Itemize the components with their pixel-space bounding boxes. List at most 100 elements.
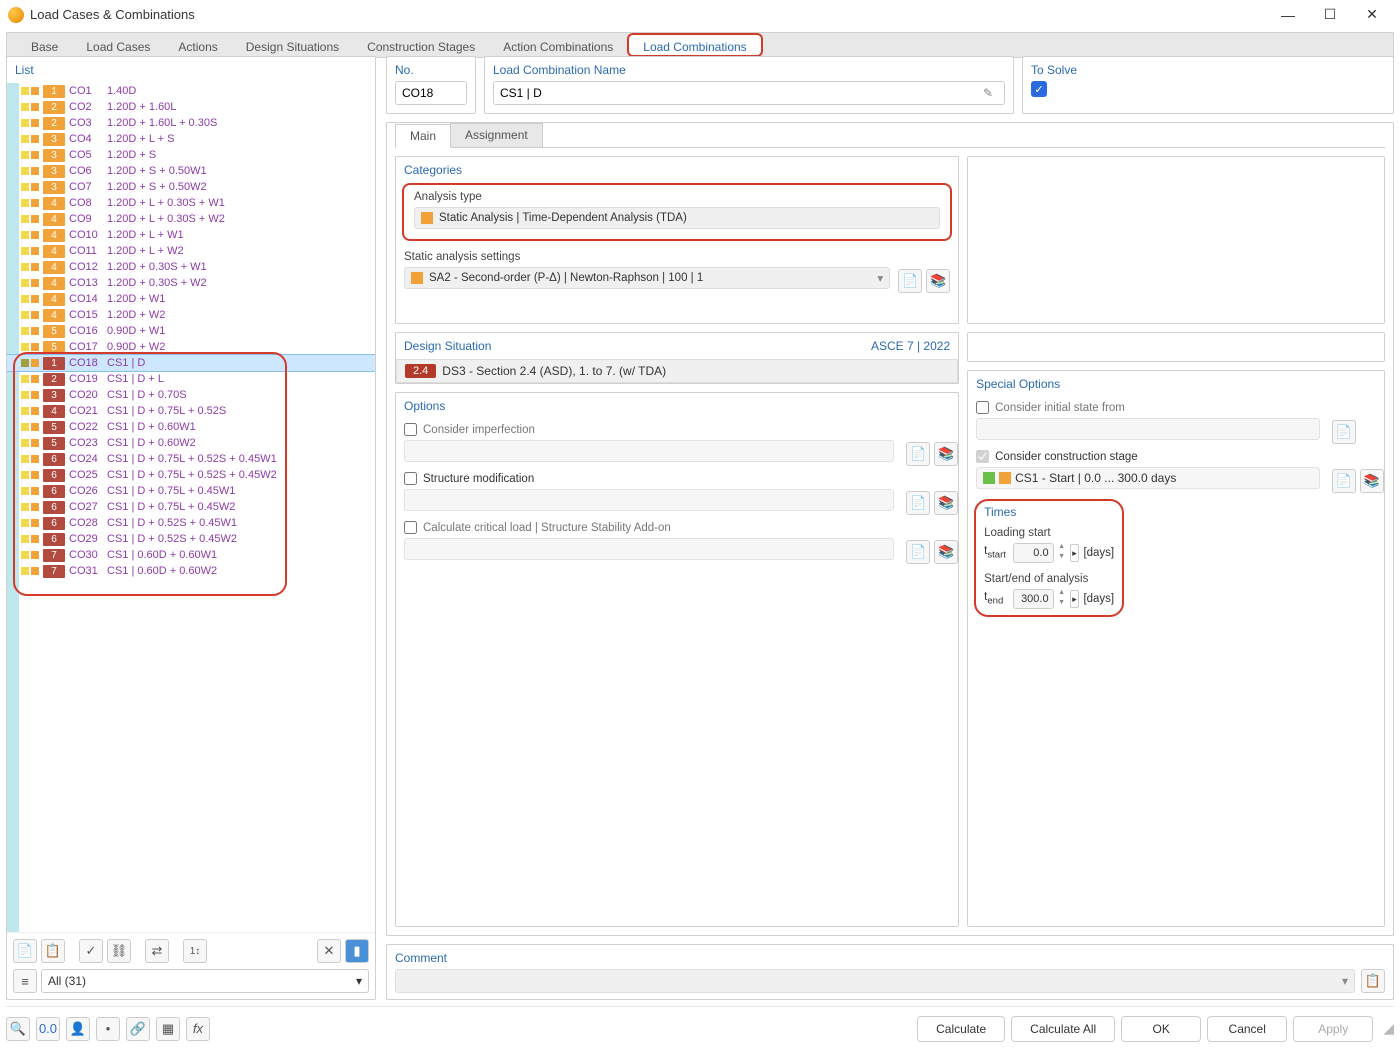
- dot-button[interactable]: •: [96, 1017, 120, 1041]
- static-settings-new-button[interactable]: 📄: [898, 269, 922, 293]
- list-item[interactable]: 2CO19CS1 | D + L: [7, 371, 375, 387]
- fx-button[interactable]: fx: [186, 1017, 210, 1041]
- opt-initial-checkbox[interactable]: [976, 401, 989, 414]
- maximize-button[interactable]: ☐: [1310, 1, 1350, 29]
- help-button[interactable]: 🔍: [6, 1017, 30, 1041]
- construction-stage-btn1[interactable]: 📄: [1332, 469, 1356, 493]
- opt-initial-btn[interactable]: 📄: [1332, 420, 1356, 444]
- opt-structmod-btn2[interactable]: 📚: [934, 491, 958, 515]
- list-item[interactable]: 3CO41.20D + L + S: [7, 131, 375, 147]
- list-item[interactable]: 4CO131.20D + 0.30S + W2: [7, 275, 375, 291]
- list-item[interactable]: 7CO31CS1 | 0.60D + 0.60W2: [7, 563, 375, 579]
- name-field[interactable]: ✎: [493, 81, 1005, 105]
- opt-critical-btn1[interactable]: 📄: [906, 540, 930, 564]
- color-toggle-button[interactable]: ▮: [345, 939, 369, 963]
- list-item[interactable]: 5CO22CS1 | D + 0.60W1: [7, 419, 375, 435]
- tab-design-situations[interactable]: Design Situations: [232, 33, 353, 57]
- list-item[interactable]: 5CO23CS1 | D + 0.60W2: [7, 435, 375, 451]
- minimize-button[interactable]: —: [1268, 1, 1308, 29]
- list-item[interactable]: 4CO141.20D + W1: [7, 291, 375, 307]
- static-settings-lib-button[interactable]: 📚: [926, 269, 950, 293]
- list-item[interactable]: 5CO170.90D + W2: [7, 339, 375, 355]
- construction-stage-btn2[interactable]: 📚: [1360, 469, 1384, 493]
- filter-icon-button[interactable]: ≡: [13, 969, 37, 993]
- no-field[interactable]: [395, 81, 467, 105]
- list-item[interactable]: 6CO25CS1 | D + 0.75L + 0.52S + 0.45W2: [7, 467, 375, 483]
- spin-down-icon[interactable]: ▼: [1058, 599, 1066, 609]
- tab-construction-stages[interactable]: Construction Stages: [353, 33, 489, 57]
- apply-button[interactable]: Apply: [1293, 1016, 1373, 1042]
- comment-dropdown[interactable]: ▾: [395, 969, 1355, 993]
- tend-input[interactable]: 300.0: [1013, 589, 1053, 609]
- link-button[interactable]: 🔗: [126, 1017, 150, 1041]
- list-item[interactable]: 6CO27CS1 | D + 0.75L + 0.45W2: [7, 499, 375, 515]
- tend-more-button[interactable]: ▸: [1070, 590, 1080, 608]
- comment-copy-button[interactable]: 📋: [1361, 969, 1385, 993]
- opt-critical-btn2[interactable]: 📚: [934, 540, 958, 564]
- list-item[interactable]: 3CO20CS1 | D + 0.70S: [7, 387, 375, 403]
- ok-button[interactable]: OK: [1121, 1016, 1201, 1042]
- delete-button[interactable]: ✕: [317, 939, 341, 963]
- list-item[interactable]: 6CO26CS1 | D + 0.75L + 0.45W1: [7, 483, 375, 499]
- list-item[interactable]: 1CO11.40D: [7, 83, 375, 99]
- tab-actions[interactable]: Actions: [164, 33, 231, 57]
- list-item[interactable]: 2CO31.20D + 1.60L + 0.30S: [7, 115, 375, 131]
- list-item[interactable]: 3CO61.20D + S + 0.50W1: [7, 163, 375, 179]
- list-item[interactable]: 4CO81.20D + L + 0.30S + W1: [7, 195, 375, 211]
- sheet-button[interactable]: ▦: [156, 1017, 180, 1041]
- opt-imperfection-btn2[interactable]: 📚: [934, 442, 958, 466]
- calculate-all-button[interactable]: Calculate All: [1011, 1016, 1115, 1042]
- new-button[interactable]: 📄: [13, 939, 37, 963]
- item-co: CO24: [69, 453, 107, 465]
- opt-structmod-btn1[interactable]: 📄: [906, 491, 930, 515]
- resize-grip-icon[interactable]: ◢: [1383, 1020, 1394, 1037]
- tstart-input[interactable]: 0.0: [1013, 543, 1053, 563]
- list-item[interactable]: 4CO151.20D + W2: [7, 307, 375, 323]
- list-item[interactable]: 6CO28CS1 | D + 0.52S + 0.45W1: [7, 515, 375, 531]
- opt-imperfection-checkbox[interactable]: [404, 423, 417, 436]
- copy-button[interactable]: 📋: [41, 939, 65, 963]
- static-settings-dropdown[interactable]: SA2 - Second-order (P-Δ) | Newton-Raphso…: [404, 267, 890, 289]
- subtab-assignment[interactable]: Assignment: [450, 123, 543, 147]
- tab-action-combinations[interactable]: Action Combinations: [489, 33, 627, 57]
- tab-base[interactable]: Base: [17, 33, 72, 57]
- model-button[interactable]: 👤: [66, 1017, 90, 1041]
- opt-imperfection-btn1[interactable]: 📄: [906, 442, 930, 466]
- cancel-button[interactable]: Cancel: [1207, 1016, 1287, 1042]
- list-item[interactable]: 4CO91.20D + L + 0.30S + W2: [7, 211, 375, 227]
- list-item[interactable]: 5CO160.90D + W1: [7, 323, 375, 339]
- units-button[interactable]: 0.0: [36, 1017, 60, 1041]
- list-item[interactable]: 7CO30CS1 | 0.60D + 0.60W1: [7, 547, 375, 563]
- list-item[interactable]: 4CO111.20D + L + W2: [7, 243, 375, 259]
- list-filter-dropdown[interactable]: All (31) ▾: [41, 969, 369, 993]
- name-input[interactable]: [500, 86, 978, 100]
- spin-down-icon[interactable]: ▼: [1058, 553, 1066, 563]
- tstart-more-button[interactable]: ▸: [1070, 544, 1080, 562]
- tab-load-cases[interactable]: Load Cases: [72, 33, 164, 57]
- list-item[interactable]: 4CO21CS1 | D + 0.75L + 0.52S: [7, 403, 375, 419]
- edit-name-icon[interactable]: ✎: [978, 83, 998, 103]
- no-input[interactable]: [402, 86, 476, 100]
- sort-button[interactable]: 1↕: [183, 939, 207, 963]
- opt-critical-checkbox[interactable]: [404, 521, 417, 534]
- close-button[interactable]: ✕: [1352, 1, 1392, 29]
- list-item[interactable]: 3CO71.20D + S + 0.50W2: [7, 179, 375, 195]
- subtab-main[interactable]: Main: [395, 124, 451, 148]
- list-item[interactable]: 6CO24CS1 | D + 0.75L + 0.52S + 0.45W1: [7, 451, 375, 467]
- swap-button[interactable]: ⇄: [145, 939, 169, 963]
- list-item[interactable]: 2CO21.20D + 1.60L: [7, 99, 375, 115]
- list-item[interactable]: 4CO121.20D + 0.30S + W1: [7, 259, 375, 275]
- spin-up-icon[interactable]: ▲: [1058, 589, 1066, 599]
- list-item[interactable]: 4CO101.20D + L + W1: [7, 227, 375, 243]
- tab-load-combinations[interactable]: Load Combinations: [627, 33, 762, 57]
- list-item[interactable]: 3CO51.20D + S: [7, 147, 375, 163]
- calculate-button[interactable]: Calculate: [917, 1016, 1005, 1042]
- spin-up-icon[interactable]: ▲: [1058, 543, 1066, 553]
- chain-button[interactable]: ⛓: [107, 939, 131, 963]
- opt-structmod-checkbox[interactable]: [404, 472, 417, 485]
- check-button[interactable]: ✓: [79, 939, 103, 963]
- list-item[interactable]: 6CO29CS1 | D + 0.52S + 0.45W2: [7, 531, 375, 547]
- solve-checkbox[interactable]: ✓: [1031, 81, 1047, 97]
- list-item[interactable]: 1CO18CS1 | D: [7, 355, 375, 371]
- item-badge: 2: [43, 373, 65, 386]
